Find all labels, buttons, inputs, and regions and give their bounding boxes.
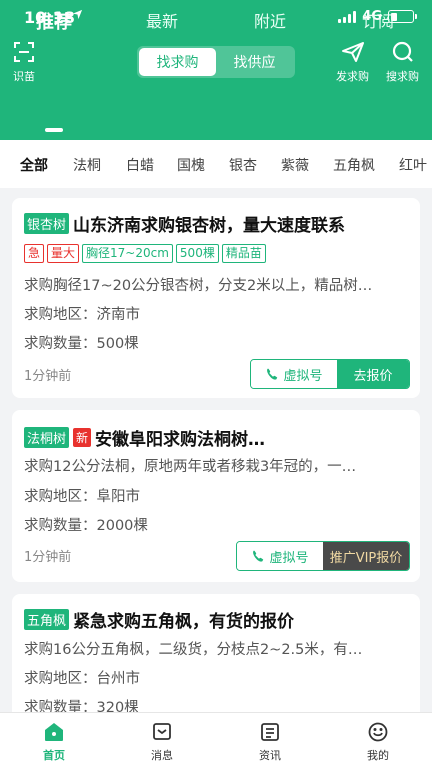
message-icon (153, 723, 171, 740)
category-item[interactable]: 白蜡 (126, 155, 154, 175)
tab-nearby[interactable]: 附近 (254, 8, 286, 32)
send-icon (341, 42, 364, 62)
tree-type-tag: 法桐树 (24, 427, 70, 448)
category-all[interactable]: 全部 (20, 155, 48, 175)
search-icon (392, 41, 413, 62)
signal-icon (338, 10, 357, 23)
virtual-number-button[interactable]: 虚拟号 (251, 360, 337, 388)
smiley-icon (368, 722, 388, 742)
segment-find-supply[interactable]: 找供应 (216, 48, 293, 76)
card-actions: 虚拟号 推广VIP报价 (236, 541, 410, 571)
bulk-tag: 量大 (47, 244, 80, 263)
card-tags: 急 量大 胸径17~20cm 500棵 精品苗 (24, 244, 266, 263)
nav-messages[interactable]: 消息 (132, 721, 192, 763)
category-item[interactable]: 紫薇 (281, 155, 309, 175)
card-region: 求购地区：济南市 (24, 307, 140, 323)
tree-type-tag: 五角枫 (24, 609, 70, 630)
quantity-tag: 500棵 (175, 244, 219, 263)
category-item[interactable]: 法桐 (73, 155, 101, 175)
tab-latest[interactable]: 最新 (146, 8, 178, 32)
quality-tag: 精品苗 (221, 244, 266, 263)
scan-icon (14, 42, 34, 62)
category-item[interactable]: 国槐 (177, 155, 205, 175)
card-title-row: 银杏树 山东济南求购银杏树，量大速度联系 (24, 211, 345, 236)
nav-profile-label: 我的 (367, 749, 389, 762)
card-title-row: 法桐树 新 安徽阜阳求购法桐树… (24, 425, 265, 450)
vip-quote-button[interactable]: 推广VIP报价 (323, 542, 409, 570)
tab-recommend[interactable]: 推荐 (36, 8, 72, 34)
location-arrow-icon (72, 9, 83, 24)
card-description: 求购12公分法桐，原地两年或者移栽3年冠的，一… (24, 459, 357, 475)
nav-news[interactable]: 资讯 (240, 721, 300, 763)
tree-type-tag: 银杏树 (24, 213, 70, 234)
card-time: 1分钟前 (24, 369, 72, 384)
publish-label: 发求购 (336, 70, 369, 83)
card-title: 安徽阜阳求购法桐树… (95, 430, 266, 450)
card-title: 紧急求购五角枫，有货的报价 (73, 612, 295, 632)
search-label: 搜求购 (386, 70, 419, 83)
phone-icon (267, 368, 278, 380)
card-title-row: 五角枫 紧急求购五角枫，有货的报价 (24, 607, 294, 632)
purchase-card[interactable]: 五角枫 紧急求购五角枫，有货的报价 求购16公分五角枫，二级货，分枝点2~2.5… (12, 594, 420, 724)
card-description: 求购胸径17~20公分银杏树，分支2米以上，精品树… (24, 278, 373, 294)
home-icon (45, 723, 63, 741)
spec-tag: 胸径17~20cm (82, 244, 173, 263)
purchase-card[interactable]: 银杏树 山东济南求购银杏树，量大速度联系 急 量大 胸径17~20cm 500棵… (12, 198, 420, 398)
purchase-card[interactable]: 法桐树 新 安徽阜阳求购法桐树… 求购12公分法桐，原地两年或者移栽3年冠的，一… (12, 410, 420, 582)
search-purchase-button[interactable]: 搜求购 (386, 40, 419, 84)
app-header: 10:18 4G 识苗 找求购 找供应 发求购 搜求购 推荐 最新 附近 订阅 (0, 0, 432, 140)
news-icon (261, 723, 279, 741)
virtual-number-button[interactable]: 虚拟号 (237, 542, 323, 570)
virtual-number-label: 虚拟号 (283, 368, 323, 384)
nav-news-label: 资讯 (259, 749, 281, 762)
category-item[interactable]: 红叶 (399, 155, 427, 175)
virtual-number-label: 虚拟号 (269, 550, 309, 566)
nav-profile[interactable]: 我的 (348, 721, 408, 763)
nav-home[interactable]: 首页 (24, 721, 84, 763)
scan-button[interactable]: 识苗 (12, 40, 36, 84)
bottom-nav: 首页 消息 资讯 我的 (0, 712, 432, 768)
tab-subscribe[interactable]: 订阅 (362, 8, 394, 32)
segment-find-purchase[interactable]: 找求购 (139, 48, 216, 76)
scan-label: 识苗 (13, 70, 35, 83)
tab-indicator (45, 128, 63, 132)
mode-switch: 找求购 找供应 (137, 46, 295, 78)
urgent-tag: 急 (24, 244, 45, 263)
new-badge: 新 (73, 428, 92, 447)
card-quantity: 求购数量：2000棵 (24, 518, 148, 534)
phone-icon (253, 550, 264, 562)
category-item[interactable]: 银杏 (229, 155, 257, 175)
card-region: 求购地区：台州市 (24, 671, 140, 687)
card-region: 求购地区：阜阳市 (24, 489, 140, 505)
quote-button[interactable]: 去报价 (337, 360, 409, 388)
category-item[interactable]: 五角枫 (333, 155, 375, 175)
category-bar: 全部 法桐 白蜡 国槐 银杏 紫薇 五角枫 红叶 (0, 140, 432, 188)
card-time: 1分钟前 (24, 550, 72, 565)
card-title: 山东济南求购银杏树，量大速度联系 (73, 216, 346, 236)
publish-purchase-button[interactable]: 发求购 (336, 40, 369, 84)
nav-home-label: 首页 (43, 749, 65, 762)
card-quantity: 求购数量：500棵 (24, 336, 139, 352)
nav-messages-label: 消息 (151, 749, 173, 762)
card-actions: 虚拟号 去报价 (250, 359, 410, 389)
card-description: 求购16公分五角枫，二级货，分枝点2~2.5米，有… (24, 642, 363, 658)
